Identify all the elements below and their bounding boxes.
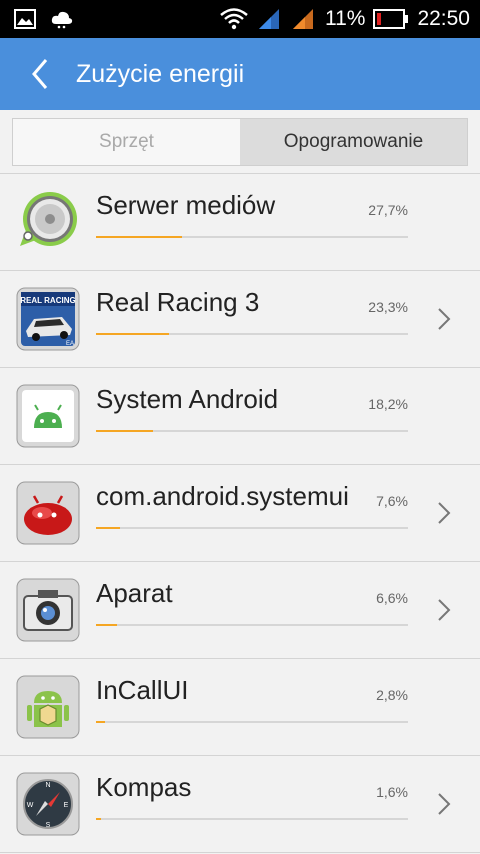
back-arrow-icon bbox=[32, 59, 48, 89]
usage-percent: 6,6% bbox=[376, 590, 408, 606]
real-racing-icon: REAL RACING EA bbox=[16, 287, 80, 351]
app-name: InCallUI bbox=[96, 675, 189, 705]
list-item[interactable]: InCallUI 2,8% bbox=[0, 659, 480, 756]
back-button[interactable] bbox=[20, 54, 60, 94]
usage-bar-fill bbox=[96, 430, 153, 432]
clock: 22:50 bbox=[417, 7, 470, 30]
app-name: com.android.systemui bbox=[96, 481, 349, 511]
weather-icon bbox=[51, 11, 73, 29]
usage-percent: 23,3% bbox=[368, 299, 408, 315]
status-right: 11% 22:50 bbox=[219, 0, 470, 38]
compass-icon: N E S W bbox=[16, 772, 80, 836]
usage-percent: 27,7% bbox=[368, 202, 408, 218]
usage-bar bbox=[96, 333, 408, 335]
status-left bbox=[14, 9, 74, 29]
app-header: Zużycie energii bbox=[0, 38, 480, 110]
svg-text:E: E bbox=[64, 802, 69, 809]
battery-percent: 11% bbox=[324, 7, 366, 30]
tab-hardware[interactable]: Sprzęt bbox=[13, 119, 240, 165]
signal-sim1-icon bbox=[258, 9, 279, 29]
list-item[interactable]: REAL RACING EA Real Racing 3 23,3% bbox=[0, 271, 480, 368]
android-box-icon bbox=[16, 675, 80, 739]
usage-percent: 1,6% bbox=[376, 784, 408, 800]
jelly-bean-icon bbox=[16, 481, 80, 545]
usage-bar-fill bbox=[96, 333, 169, 335]
usage-percent: 7,6% bbox=[376, 493, 408, 509]
list-item[interactable]: com.android.systemui 7,6% bbox=[0, 465, 480, 562]
chevron-right-icon bbox=[438, 599, 451, 621]
usage-percent: 18,2% bbox=[368, 396, 408, 412]
usage-bar bbox=[96, 430, 408, 432]
svg-text:W: W bbox=[27, 802, 34, 809]
chevron-right-icon bbox=[438, 793, 451, 815]
list-item[interactable]: N E S W Kompas 1,6% bbox=[0, 756, 480, 853]
status-bar: 11% 22:50 bbox=[0, 0, 480, 38]
tab-bar: Sprzęt Opogramowanie bbox=[12, 118, 468, 166]
usage-bar bbox=[96, 818, 408, 820]
usage-bar-fill bbox=[96, 818, 101, 820]
app-name: Aparat bbox=[96, 578, 173, 608]
app-name: Real Racing 3 bbox=[96, 287, 260, 317]
tab-software[interactable]: Opogramowanie bbox=[240, 119, 467, 165]
svg-text:S: S bbox=[46, 822, 51, 829]
svg-text:N: N bbox=[45, 782, 50, 789]
svg-text:REAL RACING: REAL RACING bbox=[20, 296, 75, 305]
app-name: System Android bbox=[96, 384, 279, 414]
app-name: Kompas bbox=[96, 772, 192, 802]
usage-bar-fill bbox=[96, 721, 105, 723]
app-usage-list: Serwer mediów 27,7% REAL RACING EA Real … bbox=[0, 174, 480, 853]
usage-bar-fill bbox=[96, 236, 183, 238]
battery-low-icon bbox=[373, 9, 409, 29]
chevron-right-icon bbox=[438, 502, 451, 524]
svg-text:EA: EA bbox=[66, 341, 74, 347]
usage-bar bbox=[96, 721, 408, 723]
usage-bar-fill bbox=[96, 527, 120, 529]
media-server-icon bbox=[20, 192, 77, 246]
usage-bar bbox=[96, 527, 408, 529]
usage-bar bbox=[96, 236, 408, 238]
list-item[interactable]: Aparat 6,6% bbox=[0, 562, 480, 659]
wifi-icon bbox=[220, 8, 248, 30]
list-item[interactable]: Serwer mediów 27,7% bbox=[0, 174, 480, 271]
usage-bar bbox=[96, 624, 408, 626]
android-system-icon bbox=[16, 384, 80, 448]
usage-bar-fill bbox=[96, 624, 117, 626]
page-title: Zużycie energii bbox=[76, 60, 245, 88]
list-item[interactable]: System Android 18,2% bbox=[0, 368, 480, 465]
app-name: Serwer mediów bbox=[96, 190, 276, 220]
camera-icon bbox=[16, 578, 80, 642]
gallery-icon bbox=[14, 9, 36, 29]
signal-sim2-icon bbox=[292, 9, 313, 29]
chevron-right-icon bbox=[438, 308, 451, 330]
usage-percent: 2,8% bbox=[376, 687, 408, 703]
